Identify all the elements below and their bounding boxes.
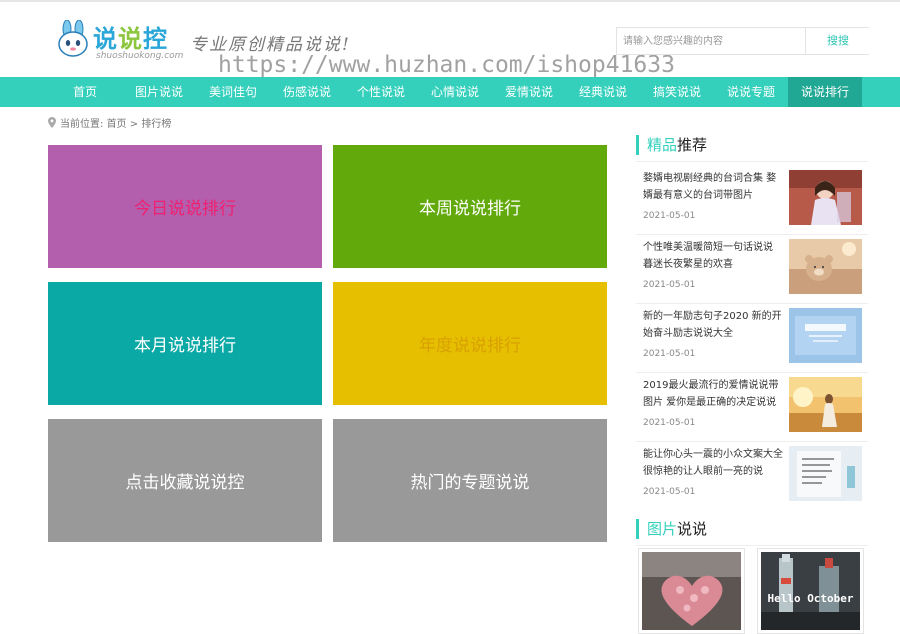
nav-item-love[interactable]: 爱情说说 bbox=[492, 77, 566, 107]
rabbit-mascot-icon bbox=[58, 20, 88, 57]
tile-hot-topics[interactable]: 热门的专题说说 bbox=[333, 419, 607, 542]
item-divider bbox=[636, 234, 868, 235]
picture-post-card[interactable]: Hello October bbox=[757, 548, 864, 634]
item-divider bbox=[636, 441, 868, 442]
recommend-item[interactable]: 能让你心头一震的小众文案大全 很惊艳的让人眼前一亮的说 2021-05-01 bbox=[636, 446, 868, 512]
watermark-text: https://www.huzhan.com/ishop41633 bbox=[218, 52, 675, 78]
search-input[interactable] bbox=[617, 28, 806, 54]
picture-heading-divider bbox=[636, 545, 868, 546]
blue-text-photo-image bbox=[789, 308, 862, 363]
recommend-item-title[interactable]: 2019最火最流行的爱情说说带图片 爱你是最正确的决定说说 bbox=[643, 377, 783, 411]
recommend-item-title[interactable]: 新的一年励志句子2020 新的开始奋斗励志说说大全 bbox=[643, 308, 783, 342]
hello-october-photo: Hello October bbox=[761, 552, 860, 630]
nav-item-topics[interactable]: 说说专题 bbox=[714, 77, 788, 107]
heart-flowers-image bbox=[642, 552, 741, 630]
nav-item-home[interactable]: 首页 bbox=[48, 77, 122, 107]
logo-subtitle: shuoshuokong.com bbox=[96, 51, 184, 61]
nav-item-sad[interactable]: 伤感说说 bbox=[270, 77, 344, 107]
recommend-item-date: 2021-05-01 bbox=[643, 211, 696, 221]
sunset-photo-image bbox=[789, 377, 862, 432]
recommend-item-date: 2021-05-01 bbox=[643, 280, 696, 290]
nav-item-mood[interactable]: 心情说说 bbox=[418, 77, 492, 107]
nav-item-funny[interactable]: 搞笑说说 bbox=[640, 77, 714, 107]
site-header: 说说控 shuoshuokong.com 专业原创精品说说! https://w… bbox=[0, 0, 900, 78]
recommend-item-thumbnail[interactable] bbox=[789, 239, 862, 294]
recommend-item[interactable]: 婺婿电视剧经典的台词合集 婺婿最有意义的台词带图片 2021-05-01 bbox=[636, 170, 868, 236]
picture-post-card[interactable] bbox=[638, 548, 745, 634]
recommend-item-date: 2021-05-01 bbox=[643, 487, 696, 497]
breadcrumb-home-link[interactable]: 首页 bbox=[107, 119, 127, 130]
recommend-item-date: 2021-05-01 bbox=[643, 349, 696, 359]
girl-photo-image bbox=[789, 170, 862, 225]
tile-month-ranking[interactable]: 本月说说排行 bbox=[48, 282, 322, 405]
recommend-item-title[interactable]: 能让你心头一震的小众文案大全 很惊艳的让人眼前一亮的说 bbox=[643, 446, 783, 480]
heart-flowers-photo bbox=[642, 552, 741, 630]
breadcrumb-separator: > bbox=[129, 119, 139, 130]
item-divider bbox=[636, 372, 868, 373]
tile-today-ranking[interactable]: 今日说说排行 bbox=[48, 145, 322, 268]
recommend-item-title[interactable]: 婺婿电视剧经典的台词合集 婺婿最有意义的台词带图片 bbox=[643, 170, 783, 204]
picture-posts-heading: 图片说说 bbox=[636, 519, 707, 539]
hello-october-image bbox=[761, 552, 860, 630]
recommend-item-thumbnail[interactable] bbox=[789, 377, 862, 432]
nav-item-personality[interactable]: 个性说说 bbox=[344, 77, 418, 107]
photo-caption: Hello October bbox=[767, 592, 854, 605]
tile-bookmark-site[interactable]: 点击收藏说说控 bbox=[48, 419, 322, 542]
main-nav: 首页 图片说说 美词佳句 伤感说说 个性说说 心情说说 爱情说说 经典说说 搞笑… bbox=[0, 77, 900, 107]
bear-photo-image bbox=[789, 239, 862, 294]
recommend-item-thumbnail[interactable] bbox=[789, 446, 862, 501]
nav-item-classic[interactable]: 经典说说 bbox=[566, 77, 640, 107]
nav-item-phrases[interactable]: 美词佳句 bbox=[196, 77, 270, 107]
breadcrumb: 当前位置: 首页 > 排行榜 bbox=[48, 117, 171, 133]
recommend-item-title[interactable]: 个性唯美温暖简短一句话说说 暮迷长夜繁星的欢喜 bbox=[643, 239, 783, 273]
recommend-heading: 精品推荐 bbox=[636, 135, 707, 155]
recommend-heading-divider bbox=[636, 161, 868, 162]
tile-year-ranking[interactable]: 年度说说排行 bbox=[333, 282, 607, 405]
recommend-item-date: 2021-05-01 bbox=[643, 418, 696, 428]
recommend-item-thumbnail[interactable] bbox=[789, 308, 862, 363]
recommend-item[interactable]: 新的一年励志句子2020 新的开始奋斗励志说说大全 2021-05-01 bbox=[636, 308, 868, 374]
breadcrumb-prefix: 当前位置: bbox=[60, 119, 104, 130]
search-box: 搜搜 bbox=[616, 27, 869, 55]
handwriting-photo-image bbox=[789, 446, 862, 501]
breadcrumb-current: 排行榜 bbox=[141, 119, 172, 130]
nav-item-picture[interactable]: 图片说说 bbox=[122, 77, 196, 107]
search-button[interactable]: 搜搜 bbox=[807, 28, 869, 54]
logo-text: 说说控 bbox=[93, 25, 168, 53]
recommend-item-thumbnail[interactable] bbox=[789, 170, 862, 225]
recommend-item[interactable]: 2019最火最流行的爱情说说带图片 爱你是最正确的决定说说 2021-05-01 bbox=[636, 377, 868, 443]
item-divider bbox=[636, 303, 868, 304]
tile-week-ranking[interactable]: 本周说说排行 bbox=[333, 145, 607, 268]
site-logo[interactable]: 说说控 shuoshuokong.com bbox=[56, 16, 183, 66]
nav-item-ranking[interactable]: 说说排行 bbox=[788, 77, 862, 107]
recommend-item[interactable]: 个性唯美温暖简短一句话说说 暮迷长夜繁星的欢喜 2021-05-01 bbox=[636, 239, 868, 305]
location-pin-icon bbox=[48, 117, 56, 128]
